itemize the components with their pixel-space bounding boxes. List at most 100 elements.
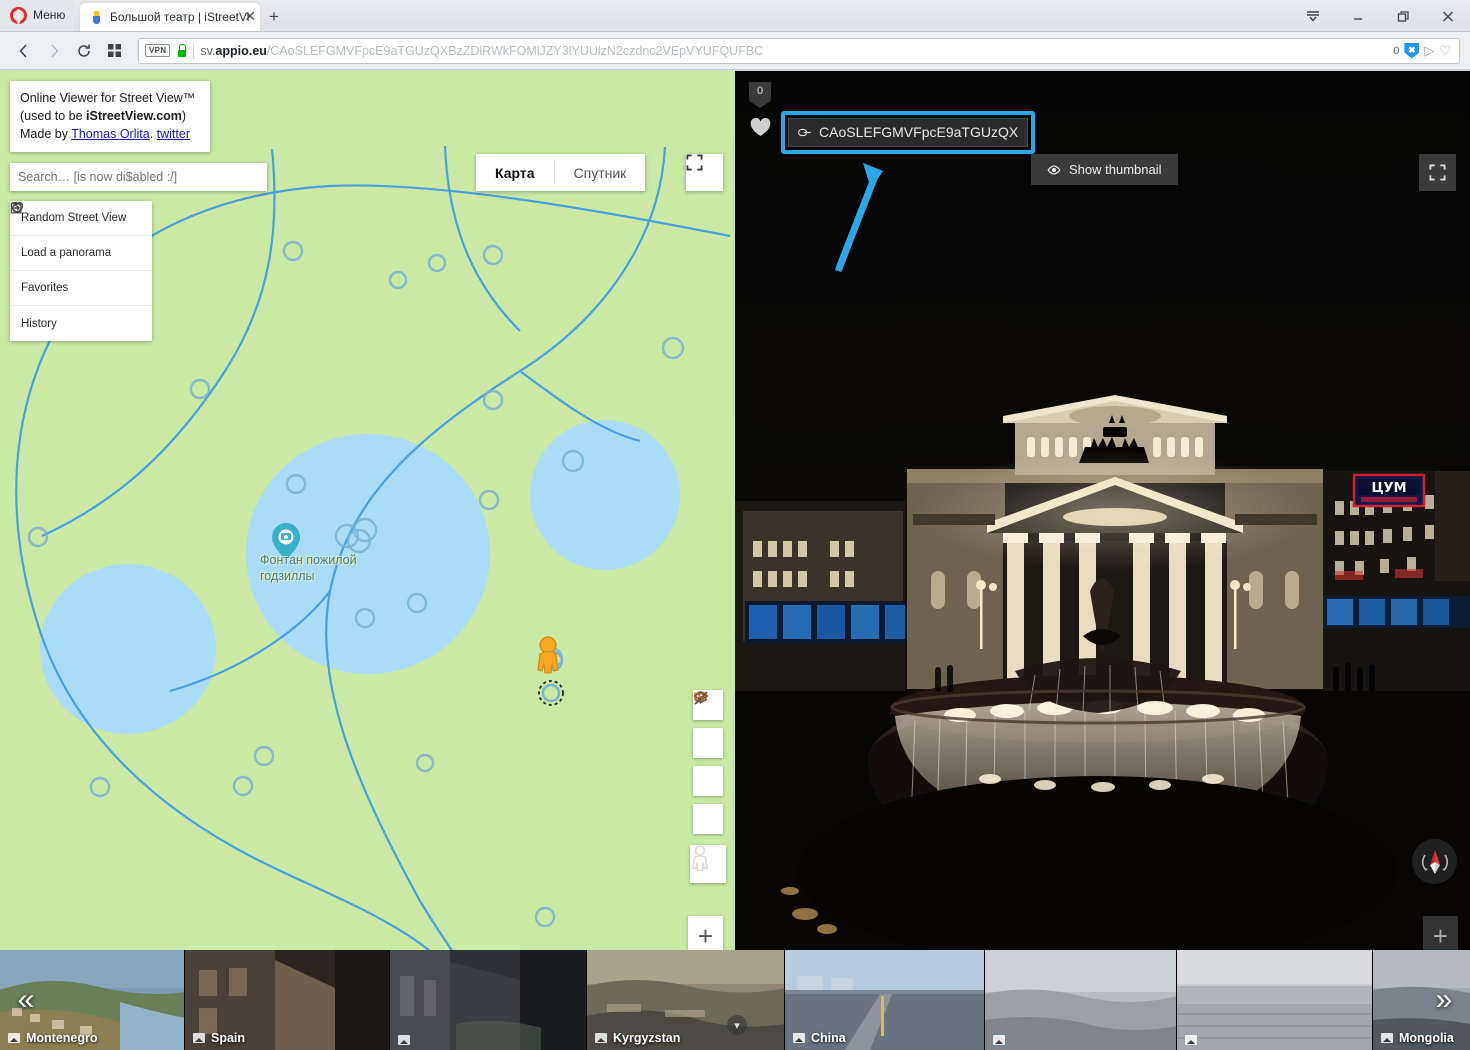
author-link[interactable]: Thomas Orlita bbox=[71, 127, 150, 141]
reload-icon[interactable] bbox=[70, 37, 98, 65]
photo-icon bbox=[193, 1033, 205, 1043]
speed-dial-icon[interactable] bbox=[100, 37, 128, 65]
url-separator bbox=[193, 42, 195, 59]
twitter-link[interactable]: twitter bbox=[157, 127, 190, 141]
thumbnail-image bbox=[1177, 950, 1372, 1050]
menu-item-load-a-panorama[interactable]: Load a panorama bbox=[10, 202, 152, 271]
photo-icon bbox=[398, 1035, 410, 1045]
photo-icon bbox=[595, 1033, 607, 1043]
title-bar: Меню Большой театр | iStreetVi ✕ + bbox=[0, 0, 1470, 32]
back-icon[interactable] bbox=[10, 37, 38, 65]
link-icon bbox=[798, 128, 811, 136]
forward-icon[interactable] bbox=[40, 37, 68, 65]
tab-satellite[interactable]: Спутник bbox=[555, 154, 646, 191]
thumbnail-label: Kyrgyzstan bbox=[595, 1031, 680, 1045]
street-view-compass[interactable] bbox=[1412, 839, 1457, 884]
sv-zoom-in-button[interactable]: + bbox=[1423, 916, 1458, 950]
list-item[interactable]: China bbox=[785, 950, 985, 1050]
restore-icon[interactable] bbox=[1380, 0, 1425, 32]
menu-item-label: Random Street View bbox=[21, 212, 127, 224]
street-view-fullscreen-button[interactable] bbox=[1419, 154, 1456, 191]
menu-item-label: Favorites bbox=[21, 282, 69, 294]
price-button[interactable]: $ bbox=[693, 691, 723, 758]
marker-label-line1: Фонтан пожилой bbox=[260, 553, 357, 567]
pano-id-field[interactable]: CAoSLEFGMVFpcE9aTGUzQX bbox=[788, 118, 1029, 147]
history-icon bbox=[12, 202, 22, 213]
info-card: Online Viewer for Street View™ (used to … bbox=[10, 81, 210, 153]
list-item[interactable] bbox=[985, 950, 1177, 1050]
browser-window: Меню Большой театр | iStreetVi ✕ + VPN s… bbox=[0, 0, 1470, 1050]
compass-icon bbox=[1421, 849, 1448, 874]
nearby-panorama-filmstrip[interactable]: Montenegro Spain Kyrgyzstan China Mongol… bbox=[0, 950, 1470, 1050]
tab-title: Большой театр | iStreetVi bbox=[110, 10, 250, 24]
layers-off-button[interactable] bbox=[693, 691, 723, 834]
photo-icon bbox=[1185, 1035, 1197, 1045]
url-host: appio.eu bbox=[215, 43, 267, 58]
thumbnail-label: China bbox=[793, 1031, 846, 1045]
map-pane[interactable]: Фонтан пожилой годзиллы Online Viewer fo… bbox=[0, 71, 735, 950]
ad-block-shield-icon[interactable]: ✖ bbox=[1404, 42, 1420, 59]
map-zoom-in-button[interactable]: + bbox=[688, 916, 723, 950]
favorite-heart-icon[interactable] bbox=[749, 116, 772, 139]
filmstrip-next-button[interactable]: » bbox=[1418, 950, 1470, 1050]
list-item[interactable] bbox=[1177, 950, 1373, 1050]
url-host-prefix: sv. bbox=[200, 43, 216, 58]
thumbnail-label bbox=[398, 1035, 416, 1045]
window-controls bbox=[1290, 0, 1470, 32]
heart-icon[interactable]: ♡ bbox=[1439, 43, 1451, 59]
info-line3-mid: . bbox=[149, 127, 157, 142]
show-thumbnail-button[interactable]: Show thumbnail bbox=[1031, 154, 1178, 185]
filmstrip-prev-button[interactable]: « bbox=[0, 950, 52, 1050]
tab-favicon-icon bbox=[90, 10, 103, 24]
menu-item-history[interactable]: History bbox=[10, 202, 152, 341]
chevron-down-icon[interactable]: ▾ bbox=[727, 1015, 747, 1035]
close-window-icon[interactable] bbox=[1425, 0, 1470, 32]
list-item[interactable]: Spain bbox=[185, 950, 390, 1050]
pegman-drag-button[interactable] bbox=[690, 845, 726, 883]
menu-label: Меню bbox=[33, 8, 66, 22]
pano-id-text: CAoSLEFGMVFpcE9aTGUzQX bbox=[819, 124, 1019, 140]
info-line2-pre: (used to be bbox=[20, 109, 87, 124]
url-path: /CAoSLEFGMVFpcE9aTGUzQXBzZDlRWkFOMlJZY3l… bbox=[266, 43, 764, 58]
new-tab-button[interactable]: + bbox=[260, 3, 288, 31]
minimize-icon[interactable] bbox=[1335, 0, 1380, 32]
opera-menu-button[interactable]: Меню bbox=[0, 0, 74, 31]
tab-map[interactable]: Карта bbox=[476, 154, 554, 191]
url-text: sv.appio.eu/CAoSLEFGMVFpcE9aTGUzQXBzZDlR… bbox=[200, 44, 1387, 58]
map-fullscreen-button[interactable] bbox=[686, 154, 723, 191]
info-line2-post: ) bbox=[181, 109, 187, 124]
street-view-image: ЦУМ bbox=[735, 71, 1470, 950]
thumbnail-image bbox=[390, 950, 586, 1050]
photo-icon bbox=[1381, 1033, 1393, 1043]
eye-icon bbox=[1047, 164, 1061, 175]
comment-button[interactable] bbox=[693, 692, 723, 796]
collapse-tabs-icon[interactable] bbox=[1290, 0, 1335, 32]
thumbnail-label-text: Spain bbox=[211, 1031, 246, 1045]
search-input[interactable] bbox=[10, 163, 267, 191]
menu-item-favorites[interactable]: Favorites bbox=[10, 202, 152, 306]
page-content: Фонтан пожилой годзиллы Online Viewer fo… bbox=[0, 71, 1470, 1050]
close-tab-icon[interactable]: ✕ bbox=[244, 9, 256, 23]
menu-item-random-street-view[interactable]: Random Street View bbox=[10, 201, 152, 236]
street-view-pane[interactable]: ЦУМ 0 CAoSLEFGMVFpcE9aTGUzQX Show thumbn… bbox=[735, 71, 1470, 950]
fullscreen-icon bbox=[1429, 164, 1446, 181]
info-line-1: Online Viewer for Street View™ bbox=[20, 91, 196, 105]
browser-tab[interactable]: Большой театр | iStreetVi ✕ bbox=[80, 3, 260, 31]
map-menu-card: Random Street View Load a panorama Favor… bbox=[10, 201, 152, 341]
send-icon[interactable]: ▷ bbox=[1424, 43, 1434, 59]
list-item[interactable]: Kyrgyzstan bbox=[587, 950, 785, 1050]
blocked-count: 0 bbox=[1393, 44, 1400, 57]
street-view-zoom-controls: + − bbox=[1423, 916, 1458, 950]
thumbnail-image bbox=[985, 950, 1176, 1050]
vpn-badge[interactable]: VPN bbox=[145, 44, 171, 57]
pegman-icon bbox=[692, 845, 708, 871]
show-thumbnail-label: Show thumbnail bbox=[1069, 162, 1162, 177]
list-item[interactable] bbox=[390, 950, 587, 1050]
photo-icon bbox=[993, 1035, 1005, 1045]
info-line3-pre: Made by bbox=[20, 127, 72, 142]
address-bar[interactable]: VPN sv.appio.eu/CAoSLEFGMVFpcE9aTGUzQXBz… bbox=[138, 37, 1460, 64]
map-zoom-controls: + − bbox=[688, 916, 723, 950]
menu-item-label: History bbox=[21, 317, 57, 330]
pano-id-highlight: CAoSLEFGMVFpcE9aTGUzQX bbox=[781, 111, 1036, 154]
thumbnail-label-text: China bbox=[811, 1031, 846, 1045]
